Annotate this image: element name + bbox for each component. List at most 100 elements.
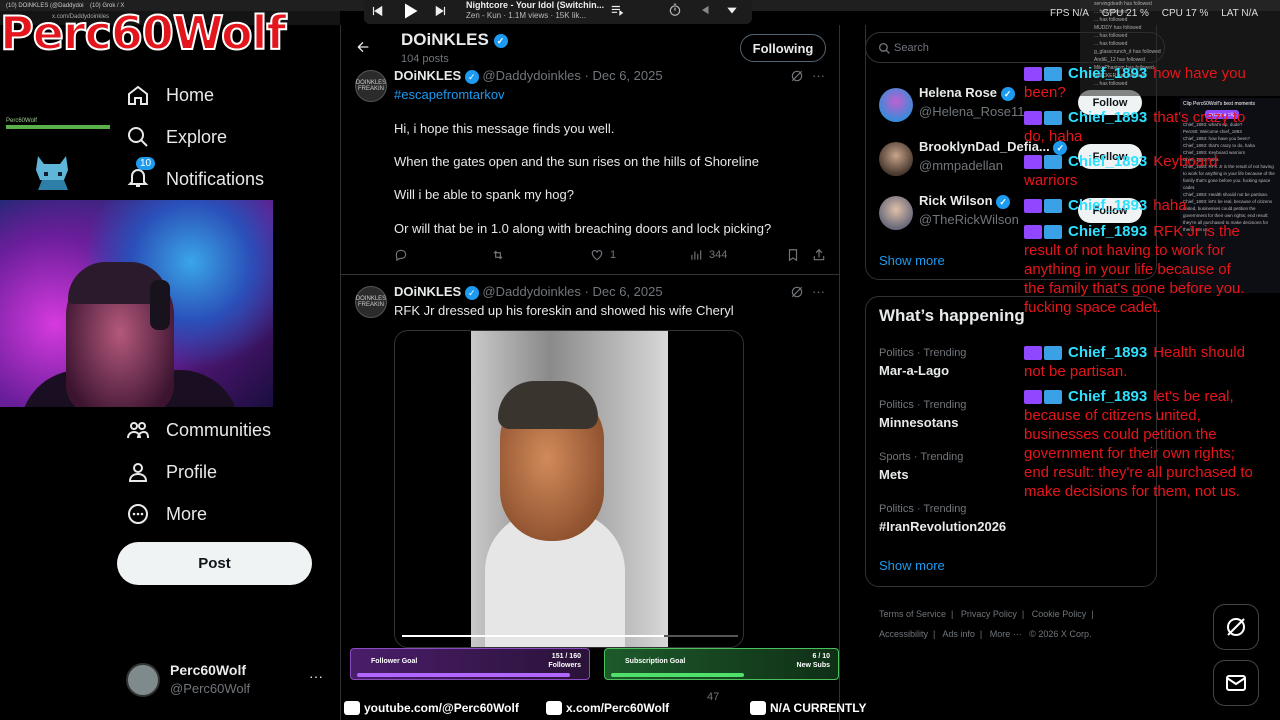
author-handle[interactable]: @Daddydoinkles [482,68,580,83]
timer-icon[interactable] [668,3,682,17]
account-switcher[interactable]: Perc60Wolf @Perc60Wolf ··· [126,660,326,700]
suggestion-name: Helena Rose ✓ [919,85,1015,101]
tweet-date[interactable]: · Dec 6, 2025 [585,284,663,299]
grok-icon[interactable] [790,69,804,83]
reply-button[interactable] [394,248,414,262]
grok-button[interactable] [1213,604,1259,650]
tweet-video[interactable] [394,330,744,648]
chat-text: haha [1153,197,1187,214]
chat-username: Chief_1893 [1068,223,1148,240]
more-icon[interactable]: ··· [812,68,825,83]
verified-icon: ✓ [464,69,479,84]
nav-notifications[interactable]: 10 Notifications [126,156,265,197]
reply-icon [395,249,407,262]
next-track-icon[interactable] [434,4,448,18]
more-icon[interactable]: ··· [309,668,323,684]
nav-label: Communities [166,419,272,440]
twitch-icon [1024,225,1042,240]
media-player-overlay: Nightcore - Your Idol (Switchin... Zen -… [364,0,752,24]
footer-link[interactable]: More ··· [990,629,1022,639]
subscription-goal-bar: Subscription Goal 6 / 10 New Subs [604,648,839,680]
show-more-link[interactable]: Show more [879,558,945,573]
footer-link[interactable]: Ads info [942,629,975,639]
event-item: ... has followed [1094,33,1128,39]
hashtag-link[interactable]: #escapefromtarkov [394,87,505,102]
chevron-down-icon[interactable] [725,3,739,17]
trend-item[interactable]: Politics · Trending #IranRevolution2026 [879,503,1139,534]
facebook-link: N/A CURRENTLY [750,701,866,715]
prime-icon [1044,199,1062,214]
footer-link[interactable]: Accessibility [879,629,928,639]
footer-separator: | [979,629,983,639]
author-avatar[interactable]: DOINKLES FREAKIN [355,286,387,318]
queue-icon[interactable] [610,3,624,17]
suggestion-handle: @mmpadellan [919,158,1004,173]
tweet-text-line: Hi, i hope this message finds you well. [394,121,615,136]
avatar [879,196,913,230]
streamer-logo: Perc60Wolf [0,5,287,61]
twitch-icon [1024,111,1042,126]
trending-title: What’s happening [879,306,1025,325]
author-handle[interactable]: @Daddydoinkles [482,284,580,299]
nav-label: Notifications [166,168,265,189]
more-icon[interactable]: ··· [812,284,825,299]
nav-explore[interactable]: Explore [126,119,227,155]
bookmark-button[interactable] [786,248,806,262]
chat-username: Chief_1893 [1068,153,1148,170]
nav-more[interactable]: More [126,496,207,532]
twitch-icon [1024,346,1042,361]
video-progress-bar[interactable] [402,635,738,637]
footer-link[interactable]: Cookie Policy [1032,609,1087,619]
footer-link[interactable]: Terms of Service [879,609,946,619]
chat-message: Chief_1893 Keyboard warriors [1024,152,1254,190]
tweet[interactable]: DOINKLES FREAKIN DOiNKLES ✓ @Daddydoinkl… [340,67,840,275]
messages-button[interactable] [1213,660,1259,706]
chat-username: Chief_1893 [1068,197,1148,214]
footer-separator: | [933,629,936,639]
nav-home[interactable]: Home [126,77,214,113]
post-button[interactable]: Post [117,542,312,585]
video-person-hair [498,381,598,429]
show-more-link[interactable]: Show more [879,253,945,268]
profile-header: DOiNKLES ✓ 104 posts Following [340,25,840,67]
share-button[interactable] [812,248,832,262]
avatar [879,142,913,176]
twitch-icon [1024,199,1042,214]
like-button[interactable]: 1 [590,248,616,262]
play-icon[interactable] [400,1,420,21]
author-name[interactable]: DOiNKLES [394,68,461,83]
clip-title: Clip Perc60Wolf's best moments [1183,101,1255,107]
verified-icon: ✓ [1000,86,1015,101]
goal-progress [357,673,570,677]
author-avatar[interactable]: DOINKLES FREAKIN [355,70,387,102]
grok-icon[interactable] [790,285,804,299]
chat-username: Chief_1893 [1068,109,1148,126]
tweet-text-line: When the gates open and the sun rises on… [394,154,759,169]
twitter-icon [546,701,562,715]
repost-button[interactable] [491,248,511,262]
rewind-icon[interactable] [698,3,712,17]
chat-username: Chief_1893 [1068,65,1148,82]
verified-icon: ✓ [464,285,479,300]
search-icon [878,42,890,54]
suggestion-handle: @Helena_Rose11 [919,104,1025,119]
views-button[interactable]: 344 [689,248,727,262]
author-name[interactable]: DOiNKLES [394,284,461,299]
following-button[interactable]: Following [740,34,826,62]
avatar [879,88,913,122]
tweet-date[interactable]: · Dec 6, 2025 [585,68,663,83]
more-circle-icon [128,504,148,524]
profile-icon [128,463,148,482]
nav-profile[interactable]: Profile [126,454,217,490]
media-meta: Zen - Kun · 1.1M views · 15K lik... [466,11,587,20]
profile-name: DOiNKLES ✓ [401,30,508,50]
prime-icon [1044,67,1062,82]
footer-link[interactable]: Privacy Policy [961,609,1017,619]
prime-icon [1044,346,1062,361]
nav-communities[interactable]: Communities [126,412,271,448]
stat-cpu: CPU 17 % [1161,8,1209,19]
follower-goal-bar: Follower Goal 151 / 160 Followers [350,648,590,680]
performance-stats: FPS N/A GPU 21 % CPU 17 % LAT N/A [1050,8,1280,24]
back-arrow-icon[interactable] [355,39,371,55]
previous-track-icon[interactable] [370,4,384,18]
